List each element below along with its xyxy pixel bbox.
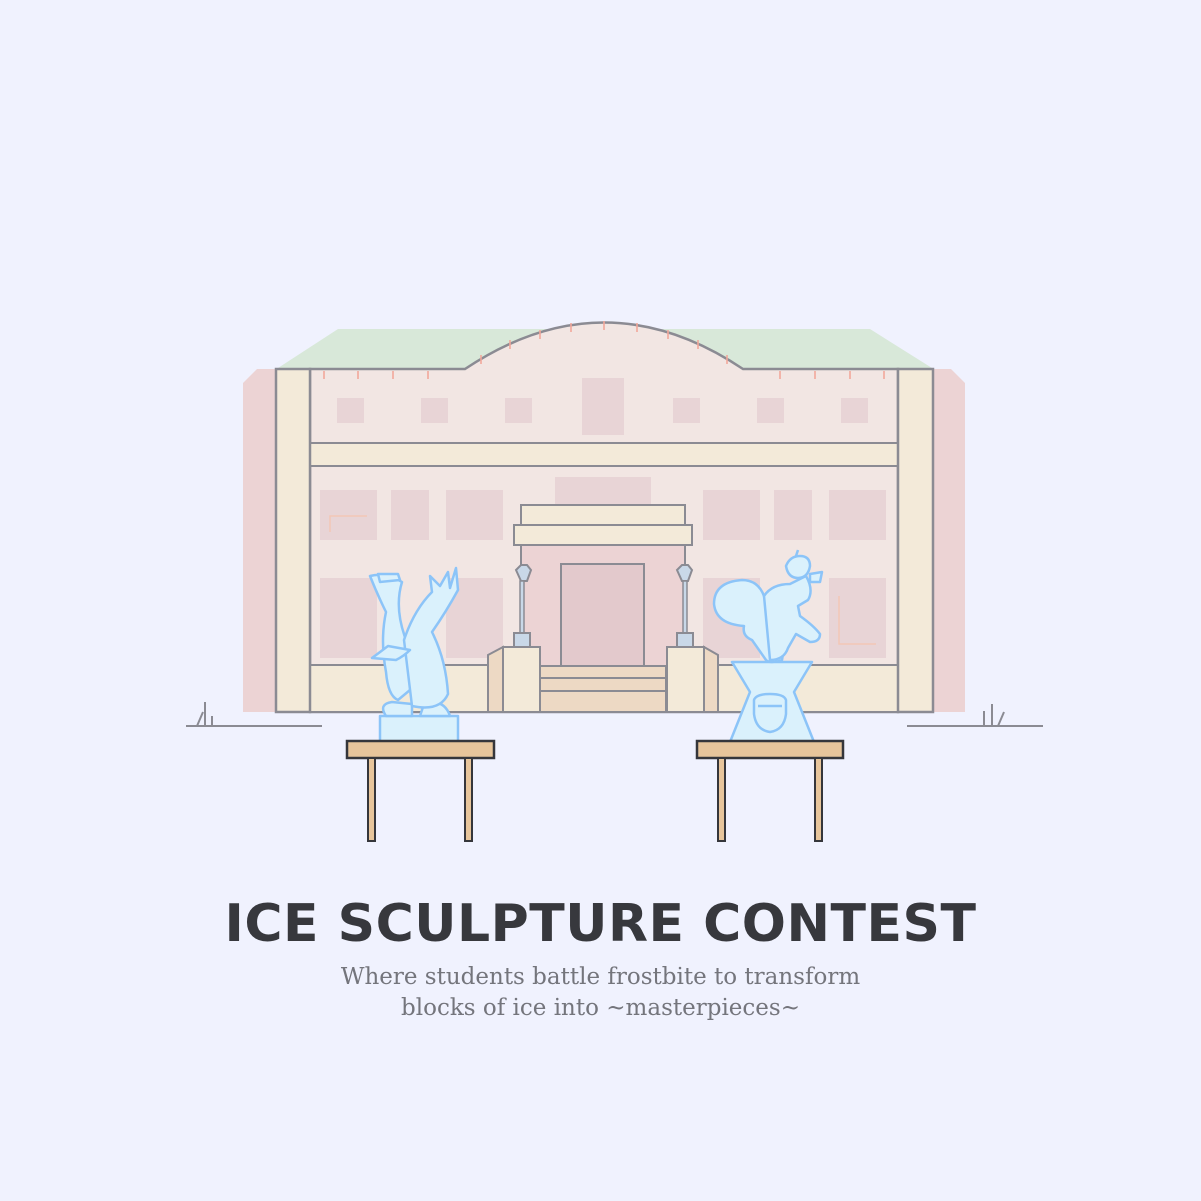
display-tables: [345, 739, 845, 842]
table-left: [345, 739, 496, 842]
table-right: [695, 739, 845, 842]
poster-title: ICE SCULPTURE CONTEST: [224, 894, 977, 954]
poster: ICE SCULPTURE CONTEST Where students bat…: [0, 0, 1201, 1201]
subtitle-line-2: blocks of ice into ~masterpieces~: [401, 995, 800, 1021]
subtitle-line-1: Where students battle frostbite to trans…: [340, 964, 861, 990]
poster-subtitle: Where students battle frostbite to trans…: [0, 962, 1201, 1024]
